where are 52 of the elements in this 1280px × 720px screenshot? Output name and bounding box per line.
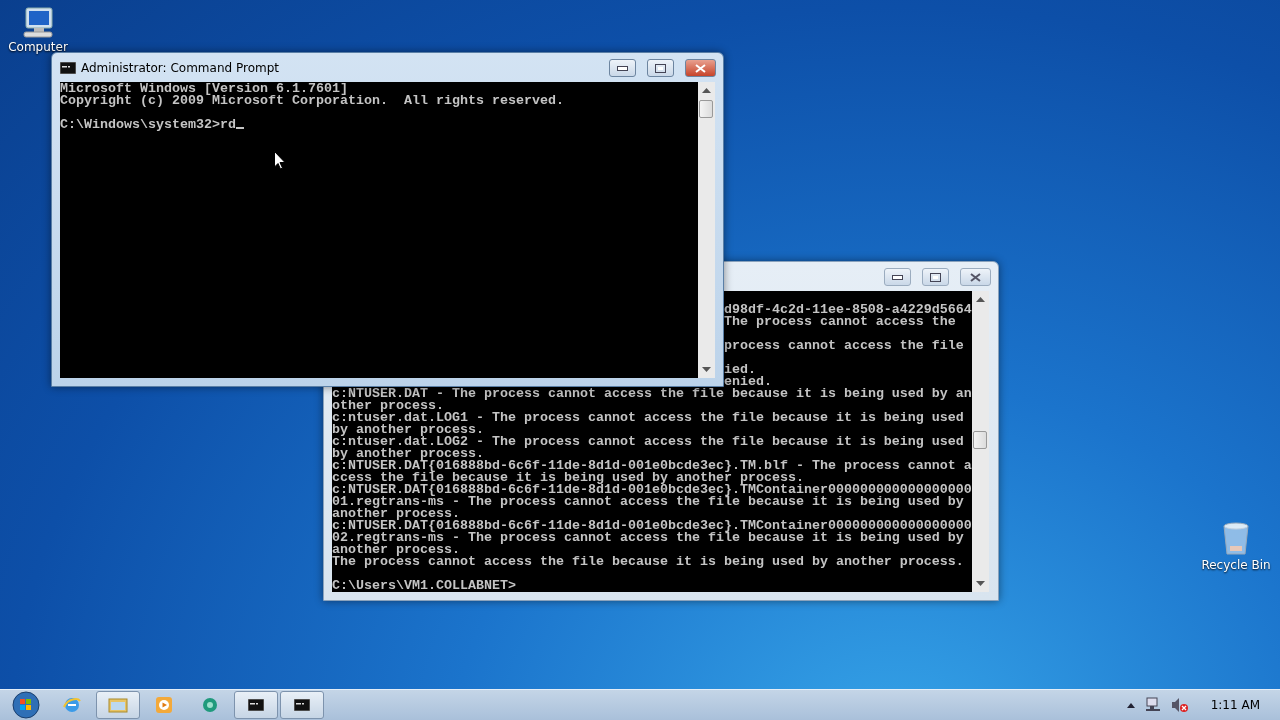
scroll-down-arrow-icon[interactable] [976,581,985,586]
console-line: The process cannot access the [723,314,956,329]
swirl-icon [201,696,219,714]
console-line: c:NTUSER.DAT - The process cannot access the file because it is being used by an [332,386,972,401]
window-title: Administrator: Command Prompt [81,60,280,75]
speaker-muted-icon[interactable] [1170,697,1189,713]
console-icon [248,699,264,711]
maximize-icon [930,272,941,282]
scrollbar-thumb[interactable] [699,100,714,118]
console-icon [60,61,76,74]
console-line: Microsoft Windows [Version 6.1.7601] [60,82,348,96]
maximize-button[interactable] [647,59,674,77]
maximize-icon [655,63,666,73]
maximize-button[interactable] [922,268,949,286]
trash-bin-icon [1222,522,1250,556]
scrollbar[interactable] [698,82,715,378]
show-hidden-icons-button[interactable] [1126,702,1135,708]
close-button[interactable] [685,59,716,77]
console-line: other process. [332,398,444,413]
mouse-pointer-icon [274,151,286,170]
network-icon[interactable] [1144,697,1161,713]
console-line: ied. [723,362,756,377]
desktop-icon-label[interactable]: Computer [8,40,68,54]
scrollbar[interactable] [972,291,989,592]
scroll-down-arrow-icon[interactable] [702,367,711,372]
text-cursor [235,127,244,129]
command-prompt-line[interactable]: C:\Windows\system32>rd [60,117,236,132]
console-line: enied. [723,374,772,389]
play-icon [155,696,173,714]
console-icon [294,699,310,711]
clock[interactable]: 1:11 AM [1210,698,1260,712]
minimize-icon [892,274,903,280]
taskbar-button[interactable] [280,691,324,719]
desktop-icon-label[interactable]: Recycle Bin [1201,558,1271,572]
e-globe-icon [62,695,82,715]
minimize-button[interactable] [609,59,636,77]
scroll-up-arrow-icon[interactable] [702,88,711,93]
console-line: by another process. [332,422,484,437]
console-line: process cannot access the file [723,338,964,353]
scroll-up-arrow-icon[interactable] [976,297,985,302]
console-line: by another process. [332,446,484,461]
folder-icon [108,696,128,714]
close-button[interactable] [960,268,991,286]
close-icon [695,63,706,73]
taskbar-button[interactable] [234,691,278,719]
computer-icon [21,6,55,38]
minimize-icon [617,65,628,71]
close-icon [970,272,981,282]
console-line: d98df-4c2d-11ee-8508-a4229d5664 [723,302,972,317]
scrollbar-thumb[interactable] [973,431,987,449]
console-line: C:\Users\VM1.COLLABNET> [332,578,516,592]
minimize-button[interactable] [884,268,911,286]
